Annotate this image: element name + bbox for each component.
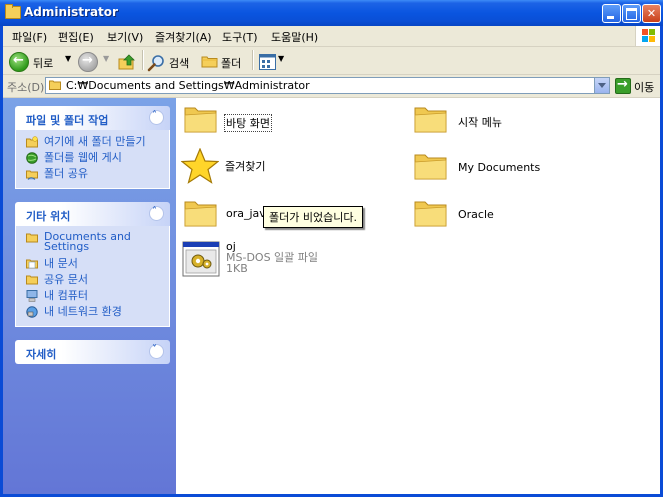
chevron-down-icon[interactable]: ▼ [65,54,71,63]
address-path: C:₩Documents and Settings₩Administrator [66,79,310,92]
new-folder-icon [26,136,38,148]
back-arrow-icon [9,52,29,72]
expand-icon[interactable] [149,344,164,359]
folder-item-my-documents[interactable]: My Documents [414,151,614,193]
go-arrow-icon[interactable] [615,77,631,94]
up-folder-icon [118,54,135,70]
chevron-down-icon[interactable]: ▼ [278,54,284,63]
menu-bar: 파일(F) 편집(E) 보기(V) 즐겨찾기(A) 도구(T) 도움말(H) [3,26,661,47]
network-icon [26,306,38,318]
explorer-window: Administrator 파일(F) 편집(E) 보기(V) 즐겨찾기(A) … [0,0,663,497]
address-label: 주소(D) [7,81,45,94]
maximize-button[interactable] [622,4,641,23]
forward-button[interactable]: ▼ [78,50,114,72]
my-documents-icon [26,259,38,269]
menu-help[interactable]: 도움말(H) [271,29,318,45]
globe-icon [26,152,38,164]
star-icon [181,148,219,184]
folder-item-oracle[interactable]: Oracle [414,198,614,240]
details-title: 자세히 [26,348,57,361]
file-tasks-header[interactable]: 파일 및 폴더 작업 [15,106,170,130]
file-list[interactable]: 바탕 화면 시작 메뉴 즐겨찾기 My Documents ora_java O… [176,98,660,494]
batch-file-details: oj MS-DOS 일괄 파일 1KB [226,241,318,274]
close-button[interactable] [642,4,661,23]
address-bar: 주소(D) C:₩Documents and Settings₩Administ… [3,75,660,98]
other-places-body: Documents and Settings 내 문서 공유 문서 내 컴퓨터 … [15,226,170,327]
file-size: 1KB [226,262,248,275]
file-tasks-body: 여기에 새 폴더 만들기 폴더를 웹에 게시 폴더 공유 [15,130,170,189]
back-button[interactable]: 뒤로 ▼ [9,50,75,72]
computer-icon [26,290,38,302]
search-icon [147,55,164,72]
search-button[interactable]: 검색 [147,50,197,72]
other-places-header[interactable]: 기타 위치 [15,202,170,226]
folder-icon [26,233,38,243]
title-bar[interactable]: Administrator [0,0,663,26]
menu-edit[interactable]: 편집(E) [58,29,94,45]
folder-item-start-menu[interactable]: 시작 메뉴 [414,104,614,146]
details-header[interactable]: 자세히 [15,340,170,364]
address-input[interactable]: C:₩Documents and Settings₩Administrator [45,77,610,94]
windows-logo-icon [635,26,661,46]
search-label: 검색 [169,57,190,70]
empty-folder-tooltip: 폴더가 비었습니다. [263,206,363,228]
window-border-left [0,26,3,497]
back-label: 뒤로 [33,57,54,70]
task-pane: 파일 및 폴더 작업 여기에 새 폴더 만들기 폴더를 웹에 게시 [3,98,176,494]
folder-icon [184,201,217,227]
minimize-button[interactable] [602,4,621,23]
menu-file[interactable]: 파일(F) [12,29,47,45]
folders-button[interactable]: 폴더 [199,50,249,71]
menu-favorites[interactable]: 즐겨찾기(A) [155,29,212,45]
folder-icon [414,201,447,227]
folder-icon [414,107,447,133]
details-panel: 자세히 [15,340,170,364]
views-icon [259,54,276,70]
toolbar-separator [252,50,254,70]
toolbar: 뒤로 ▼ ▼ 검색 폴더 [3,47,660,75]
folder-icon [49,80,61,90]
up-folder-button[interactable] [116,50,140,71]
folder-item-favorites[interactable]: 즐겨찾기 [181,148,381,190]
shared-folder-icon [26,170,38,180]
collapse-icon[interactable] [149,110,164,125]
views-button[interactable]: ▼ [257,50,287,71]
forward-arrow-icon [78,52,98,72]
other-places-title: 기타 위치 [26,210,71,223]
folder-icon [5,4,21,19]
collapse-icon[interactable] [149,206,164,221]
toolbar-separator [142,50,144,70]
folders-label: 폴더 [221,57,242,70]
folder-icon [184,107,217,133]
folder-icon [414,154,447,180]
window-title: Administrator [24,5,118,19]
go-button[interactable]: 이동 [634,79,654,95]
chevron-down-icon[interactable]: ▼ [103,54,109,63]
file-tasks-title: 파일 및 폴더 작업 [26,114,109,127]
folder-icon [201,56,218,68]
other-places-panel: 기타 위치 Documents and Settings 내 문서 [15,202,170,327]
folder-icon [26,275,38,285]
menu-tools[interactable]: 도구(T) [222,29,258,45]
folder-item-desktop[interactable]: 바탕 화면 [184,104,384,146]
batch-file-icon [182,241,220,277]
menu-view[interactable]: 보기(V) [107,29,143,45]
file-tasks-panel: 파일 및 폴더 작업 여기에 새 폴더 만들기 폴더를 웹에 게시 [15,106,170,189]
address-dropdown-button[interactable] [594,78,609,93]
